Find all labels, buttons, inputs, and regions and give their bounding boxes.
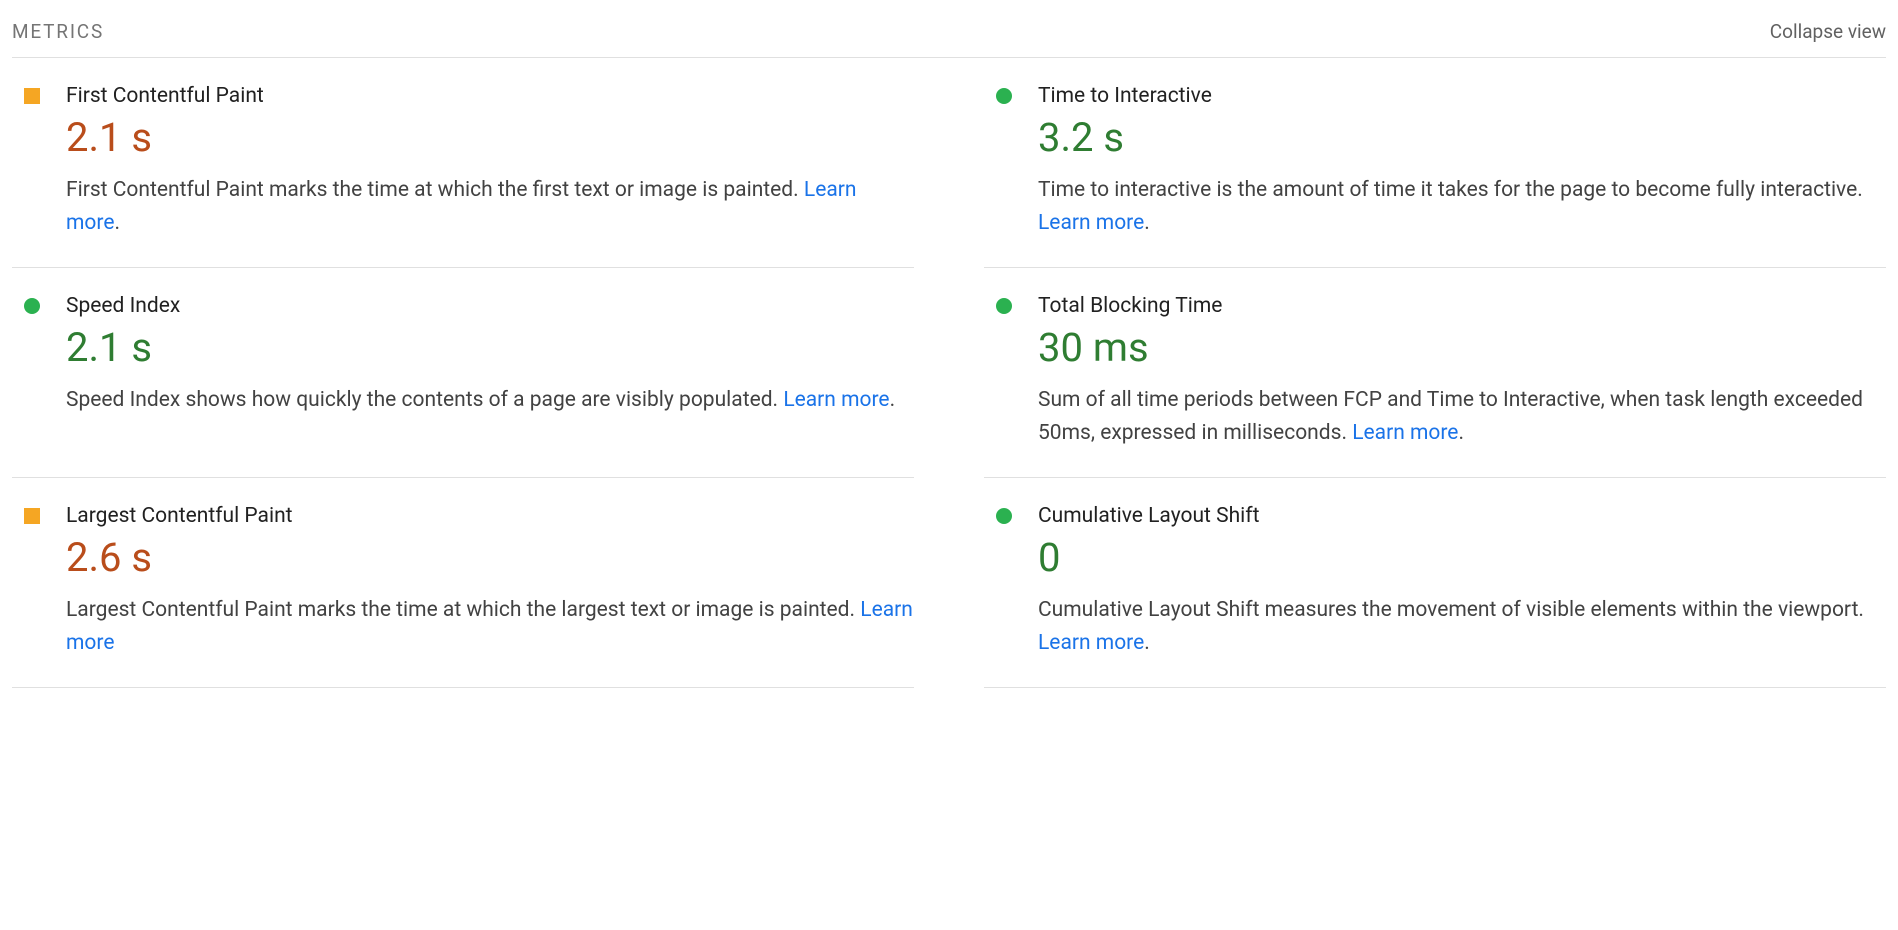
metric-value: 2.1 s — [66, 326, 914, 370]
status-good-icon — [996, 298, 1012, 314]
metric-name: First Contentful Paint — [66, 84, 914, 108]
metric-speed-index: Speed Index 2.1 s Speed Index shows how … — [12, 268, 914, 478]
metric-description: Speed Index shows how quickly the conten… — [66, 384, 914, 417]
metric-description: First Contentful Paint marks the time at… — [66, 174, 914, 239]
status-good-icon — [24, 298, 40, 314]
learn-more-link[interactable]: Learn more — [1038, 211, 1144, 235]
status-good-icon — [996, 88, 1012, 104]
metric-value: 2.1 s — [66, 116, 914, 160]
metric-description: Sum of all time periods between FCP and … — [1038, 384, 1886, 449]
learn-more-link[interactable]: Learn more — [1352, 421, 1458, 445]
metric-value: 0 — [1038, 536, 1886, 580]
metric-cumulative-layout-shift: Cumulative Layout Shift 0 Cumulative Lay… — [984, 478, 1886, 688]
metric-name: Speed Index — [66, 294, 914, 318]
section-title: METRICS — [12, 20, 104, 43]
metric-name: Largest Contentful Paint — [66, 504, 914, 528]
status-average-icon — [24, 88, 40, 104]
metric-largest-contentful-paint: Largest Contentful Paint 2.6 s Largest C… — [12, 478, 914, 688]
metric-value: 30 ms — [1038, 326, 1886, 370]
metric-description: Largest Contentful Paint marks the time … — [66, 594, 914, 659]
collapse-view-toggle[interactable]: Collapse view — [1770, 20, 1886, 43]
learn-more-link[interactable]: Learn more — [783, 388, 889, 412]
metric-total-blocking-time: Total Blocking Time 30 ms Sum of all tim… — [984, 268, 1886, 478]
metric-description: Cumulative Layout Shift measures the mov… — [1038, 594, 1886, 659]
status-good-icon — [996, 508, 1012, 524]
learn-more-link[interactable]: Learn more — [1038, 631, 1144, 655]
metric-name: Time to Interactive — [1038, 84, 1886, 108]
metric-time-to-interactive: Time to Interactive 3.2 s Time to intera… — [984, 58, 1886, 268]
metric-name: Total Blocking Time — [1038, 294, 1886, 318]
metrics-header: METRICS Collapse view — [12, 20, 1886, 58]
metric-name: Cumulative Layout Shift — [1038, 504, 1886, 528]
metric-value: 2.6 s — [66, 536, 914, 580]
metric-first-contentful-paint: First Contentful Paint 2.1 s First Conte… — [12, 58, 914, 268]
metric-value: 3.2 s — [1038, 116, 1886, 160]
metrics-grid: First Contentful Paint 2.1 s First Conte… — [12, 58, 1886, 688]
metric-description: Time to interactive is the amount of tim… — [1038, 174, 1886, 239]
status-average-icon — [24, 508, 40, 524]
